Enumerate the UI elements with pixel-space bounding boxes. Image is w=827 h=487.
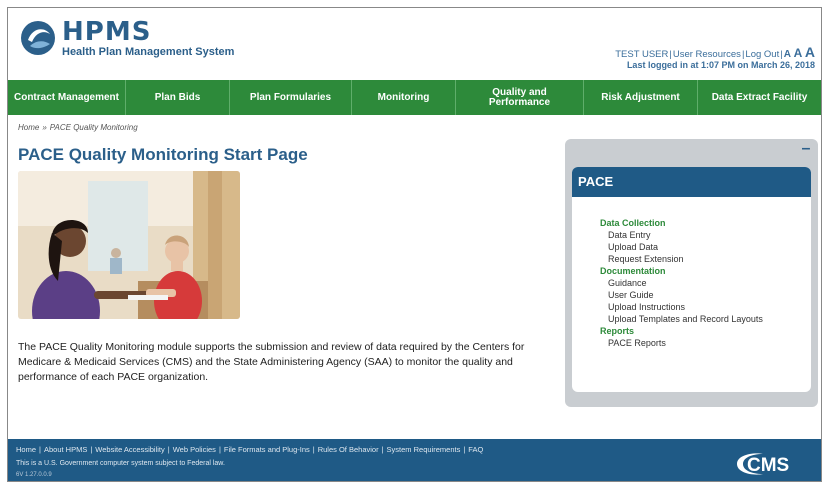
footer-link-about[interactable]: About HPMS bbox=[44, 445, 87, 454]
breadcrumb: Home» PACE Quality Monitoring bbox=[18, 123, 138, 132]
nav-plan-bids[interactable]: Plan Bids bbox=[126, 80, 230, 115]
page-frame: HPMS Health Plan Management System TEST … bbox=[7, 7, 822, 482]
nav-risk-adjustment[interactable]: Risk Adjustment bbox=[584, 80, 698, 115]
footer-link-system-requirements[interactable]: System Requirements bbox=[387, 445, 461, 454]
separator: | bbox=[381, 445, 384, 454]
nav-monitoring[interactable]: Monitoring bbox=[352, 80, 456, 115]
footer-link-home[interactable]: Home bbox=[16, 445, 36, 454]
separator: | bbox=[312, 445, 315, 454]
pace-panel: – PACE Data Collection Data Entry Upload… bbox=[565, 139, 818, 407]
version-label: 6V 1.27.0.0.9 bbox=[16, 472, 52, 478]
link-request-extension[interactable]: Request Extension bbox=[600, 253, 811, 265]
font-size-large-button[interactable]: A bbox=[805, 44, 815, 60]
brand-subtitle: Health Plan Management System bbox=[62, 46, 235, 58]
separator: | bbox=[669, 49, 672, 60]
brand-name: HPMS bbox=[62, 17, 152, 47]
nav-contract-management[interactable]: Contract Management bbox=[8, 80, 126, 115]
user-name: TEST USER bbox=[615, 49, 669, 60]
link-user-guide[interactable]: User Guide bbox=[600, 289, 811, 301]
brand: HPMS Health Plan Management System bbox=[62, 18, 234, 58]
separator: | bbox=[463, 445, 466, 454]
footer-link-accessibility[interactable]: Website Accessibility bbox=[95, 445, 164, 454]
section-heading-reports: Reports bbox=[600, 326, 635, 336]
font-size-medium-button[interactable]: A bbox=[794, 46, 803, 60]
footer-note: This is a U.S. Government computer syste… bbox=[16, 460, 225, 467]
breadcrumb-home-link[interactable]: Home bbox=[18, 123, 39, 132]
footer-link-faq[interactable]: FAQ bbox=[468, 445, 483, 454]
separator: | bbox=[39, 445, 41, 454]
section-heading-documentation: Documentation bbox=[600, 266, 666, 276]
link-guidance[interactable]: Guidance bbox=[600, 277, 811, 289]
separator: | bbox=[780, 49, 783, 60]
header: HPMS Health Plan Management System TEST … bbox=[8, 8, 821, 78]
intro-paragraph: The PACE Quality Monitoring module suppo… bbox=[18, 341, 525, 383]
user-links: TEST USER|User Resources|Log Out|A A A bbox=[615, 44, 815, 60]
svg-text:CMS: CMS bbox=[747, 455, 789, 476]
pace-panel-title: PACE bbox=[572, 167, 811, 197]
link-upload-data[interactable]: Upload Data bbox=[600, 241, 811, 253]
user-resources-link[interactable]: User Resources bbox=[673, 49, 741, 60]
link-upload-instructions[interactable]: Upload Instructions bbox=[600, 301, 811, 313]
breadcrumb-current: PACE Quality Monitoring bbox=[49, 123, 138, 132]
separator: | bbox=[218, 445, 221, 454]
logout-link[interactable]: Log Out bbox=[745, 49, 779, 60]
link-data-entry[interactable]: Data Entry bbox=[600, 229, 811, 241]
footer: Home | About HPMS | Website Accessibility | We… bbox=[8, 439, 821, 481]
nav-plan-formularies[interactable]: Plan Formularies bbox=[230, 80, 352, 115]
section-heading-data-collection: Data Collection bbox=[600, 218, 666, 228]
link-upload-templates[interactable]: Upload Templates and Record Layouts bbox=[600, 313, 811, 325]
footer-link-rules[interactable]: Rules Of Behavior bbox=[318, 445, 379, 454]
separator: | bbox=[167, 445, 170, 454]
link-pace-reports[interactable]: PACE Reports bbox=[600, 337, 811, 349]
login-info: Last logged in at 1:07 PM on March 26, 2… bbox=[626, 60, 815, 70]
breadcrumb-separator: » bbox=[42, 123, 47, 132]
nav-data-extract-facility[interactable]: Data Extract Facility bbox=[698, 80, 821, 115]
caregiver-photo bbox=[18, 171, 240, 319]
main-nav: Contract Management Plan Bids Plan Formu… bbox=[8, 80, 821, 115]
footer-link-file-formats[interactable]: File Formats and Plug-Ins bbox=[224, 445, 310, 454]
pace-menu: Data Collection Data Entry Upload Data R… bbox=[572, 197, 811, 349]
footer-link-web-policies[interactable]: Web Policies bbox=[173, 445, 216, 454]
collapse-button[interactable]: – bbox=[800, 141, 812, 157]
footer-links: Home | About HPMS | Website Accessibility | We… bbox=[16, 445, 483, 454]
cms-logo-icon: CMS bbox=[737, 453, 789, 476]
hpms-logo-icon bbox=[21, 21, 55, 55]
nav-quality-and-performance[interactable]: Quality and Performance bbox=[456, 80, 584, 115]
font-size-small-button[interactable]: A bbox=[784, 49, 791, 60]
page-title: PACE Quality Monitoring Start Page bbox=[18, 145, 308, 164]
pace-panel-body: PACE Data Collection Data Entry Upload D… bbox=[572, 167, 811, 392]
separator: | bbox=[90, 445, 93, 454]
